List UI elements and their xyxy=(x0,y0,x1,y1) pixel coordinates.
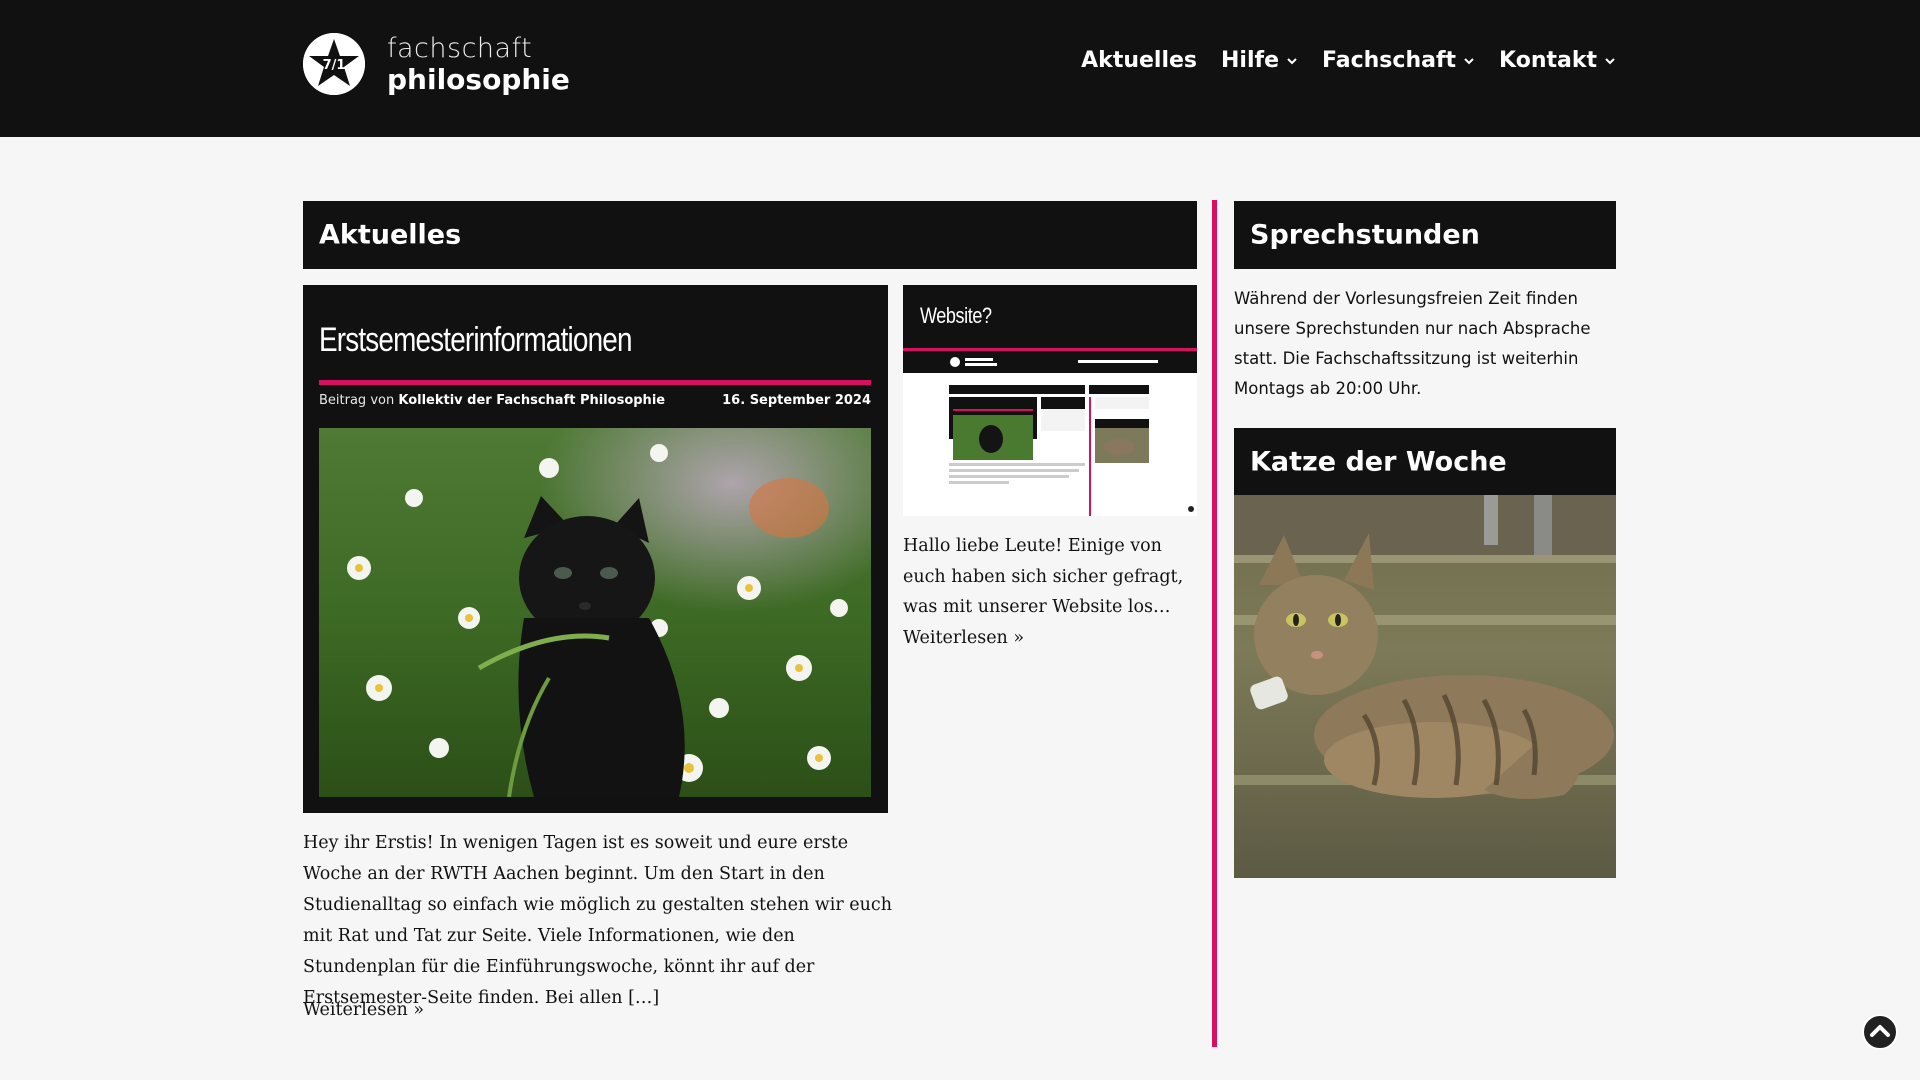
nav-item-label: Hilfe xyxy=(1221,48,1280,73)
featured-post-excerpt: Hey ihr Erstis! In wenigen Tagen ist es … xyxy=(303,833,892,1008)
post-by-prefix: Beitrag von xyxy=(319,393,395,408)
main-nav: Aktuelles Hilfe Fachschaft Kontakt xyxy=(1081,48,1616,73)
section-title: Aktuelles xyxy=(319,219,462,251)
read-more-link[interactable]: Weiterlesen » xyxy=(303,1000,424,1020)
nav-item-kontakt[interactable]: Kontakt xyxy=(1499,48,1616,73)
black-kitten-image[interactable] xyxy=(319,428,871,797)
nav-item-label: Fachschaft xyxy=(1322,48,1457,73)
chevron-down-icon xyxy=(1287,57,1297,64)
section-title-aktuelles: Aktuelles xyxy=(303,201,1197,269)
widget-title: Katze der Woche xyxy=(1250,446,1507,478)
nav-item-label: Aktuelles xyxy=(1081,48,1198,73)
scroll-to-top-button[interactable] xyxy=(1862,1014,1898,1050)
post-author[interactable]: Kollektiv der Fachschaft Philosophie xyxy=(398,393,665,408)
post-date: 16. September 2024 xyxy=(722,393,871,408)
chevron-up-icon xyxy=(1870,1025,1890,1037)
widget-title-sprechstunden: Sprechstunden xyxy=(1234,201,1616,269)
chevron-down-icon xyxy=(1464,57,1474,64)
nav-item-label: Kontakt xyxy=(1499,48,1597,73)
star-logo-icon: 7/1 xyxy=(303,33,365,95)
featured-post-card[interactable]: Erstsemesterinformationen Beitrag von Ko… xyxy=(303,285,888,813)
nav-item-aktuelles[interactable]: Aktuelles xyxy=(1081,48,1197,73)
logo-mark-text: 7/1 xyxy=(323,58,346,73)
tabby-cat-image xyxy=(1234,495,1616,878)
chevron-down-icon xyxy=(1605,57,1615,64)
post-accent-rule xyxy=(319,380,871,385)
site-logo[interactable]: 7/1 fachschaft philosophie xyxy=(303,33,570,95)
site-header: 7/1 fachschaft philosophie Aktuelles Hil… xyxy=(0,0,1920,137)
logo-text-fachschaft: fachschaft xyxy=(387,32,533,64)
second-post-excerpt: Hallo liebe Leute! Einige von euch haben… xyxy=(903,536,1184,648)
nav-item-fachschaft[interactable]: Fachschaft xyxy=(1322,48,1475,73)
office-hours-text: Während der Vorlesungsfreien Zeit finden… xyxy=(1234,289,1591,398)
post-title[interactable]: Website? xyxy=(920,303,992,329)
widget-title-katze-der-woche: Katze der Woche xyxy=(1234,428,1616,496)
logo-text-philosophie: philosophie xyxy=(387,62,570,96)
post-meta: Beitrag von Kollektiv der Fachschaft Phi… xyxy=(319,393,871,408)
nav-item-hilfe[interactable]: Hilfe xyxy=(1221,48,1298,73)
website-screenshot-image[interactable] xyxy=(903,351,1197,516)
widget-title: Sprechstunden xyxy=(1250,219,1480,251)
column-divider xyxy=(1212,200,1217,1047)
post-title[interactable]: Erstsemesterinformationen xyxy=(319,321,632,360)
